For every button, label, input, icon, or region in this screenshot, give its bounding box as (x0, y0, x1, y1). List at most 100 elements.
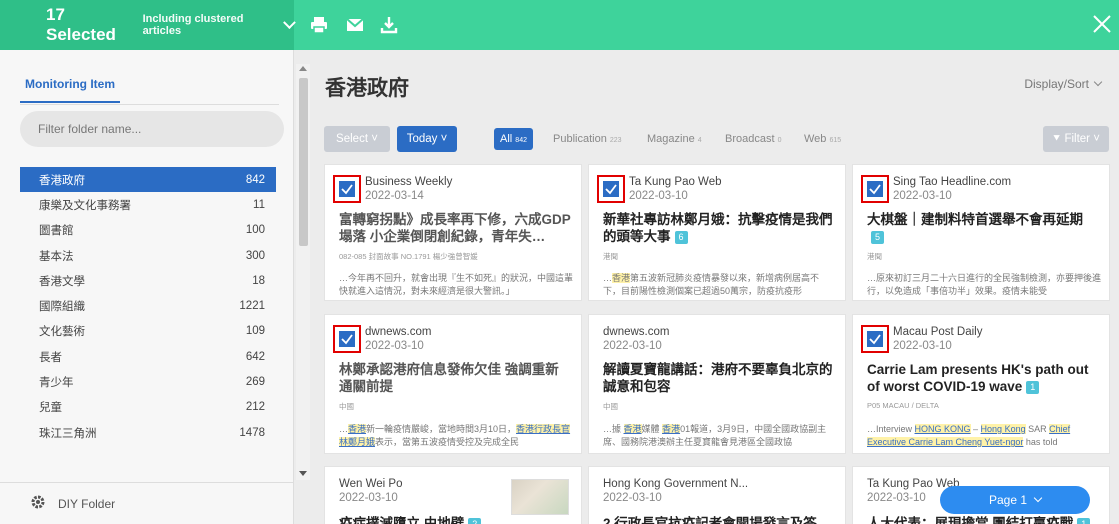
article-title[interactable]: Carrie Lam presents HK's path out of wor… (867, 361, 1099, 395)
segment-count: 842 (515, 137, 527, 144)
article-title[interactable]: 林鄭承認港府信息發佈欠佳 強調重新通關前提 (339, 361, 571, 395)
article-snippet: …香港第五波新冠肺炎疫情暴發以來，新增病例居高不下，目前陽性檢測個案已超過50萬… (603, 272, 837, 298)
article-title[interactable]: 疫症撲滅墮立 由地壁 2 (339, 515, 571, 524)
segment-count: 223 (609, 137, 622, 144)
article-title[interactable]: 2 行政長官抗疫記者會開場發言及答 (603, 515, 835, 524)
today-button[interactable]: Today ˅ (397, 126, 457, 152)
snippet-text: 媒體 (641, 424, 663, 434)
article-title[interactable]: 人大代表：展現擔當 團結打贏疫戰 1 (867, 515, 1099, 524)
article-source: Business Weekly (365, 176, 453, 188)
article-date: 2022-03-14 (365, 190, 424, 202)
folder-count: 269 (245, 376, 265, 389)
segment-broadcast[interactable]: Broadcast 0 (725, 128, 782, 150)
download-icon[interactable] (378, 14, 400, 36)
article-meta: 082-085 封面故事 NO.1791 楊少強曾智媛 (339, 252, 478, 261)
folder-filter-input[interactable] (20, 111, 284, 147)
keyword-highlight: Hong Kong (980, 424, 1026, 434)
folder-count: 18 (252, 274, 265, 287)
article-card[interactable]: Ta Kung Pao Web 2022-03-10 新華社專訪林鄭月娥：抗擊疫… (588, 164, 846, 301)
scroll-thumb[interactable] (299, 78, 308, 246)
card-checkbox[interactable] (861, 325, 889, 353)
segment-label: Broadcast (725, 133, 775, 145)
folder-count: 100 (245, 224, 265, 237)
folder-item[interactable]: 長者 642 (20, 344, 276, 369)
scroll-up-arrow-icon[interactable] (299, 66, 307, 71)
folder-item[interactable]: 康樂及文化事務署 11 (20, 192, 276, 217)
keyword-highlight: 香港 (348, 424, 367, 434)
selection-dropdown[interactable]: 17 Selected Including clustered articles (0, 0, 296, 50)
article-date: 2022-03-10 (339, 492, 398, 504)
folder-item[interactable]: 珠江三角洲 1478 (20, 420, 276, 445)
article-card[interactable]: Wen Wei Po 2022-03-10 疫症撲滅墮立 由地壁 2 (324, 466, 582, 524)
article-snippet: …今年再不回升，就會出現『生不如死』的狀況，中國這輩快就進入這情況，對未來經濟是… (339, 273, 573, 296)
page-title: 香港政府 (325, 77, 409, 100)
snippet-text: …據 (603, 424, 624, 434)
close-icon[interactable] (1091, 13, 1115, 37)
tab-monitoring-item[interactable]: Monitoring Item (20, 66, 120, 103)
article-card[interactable]: Business Weekly 2022-03-14 富轉窮拐點》成長率再下修，… (324, 164, 582, 301)
card-checkbox[interactable] (333, 325, 361, 353)
card-checkbox[interactable] (597, 175, 625, 203)
card-checkbox[interactable] (333, 175, 361, 203)
folder-item[interactable]: 文化藝術 109 (20, 319, 276, 344)
select-button[interactable]: Select ˅ (324, 126, 390, 152)
folder-item[interactable]: 圖書館 100 (20, 218, 276, 243)
article-meta: P05 MACAU / DELTA (867, 401, 939, 410)
segment-magazine[interactable]: Magazine 4 (647, 128, 702, 150)
selected-count: 17 Selected (46, 5, 116, 44)
article-card[interactable]: Hong Kong Government N... 2022-03-10 2 行… (588, 466, 846, 524)
folder-name: 圖書館 (39, 225, 74, 238)
folder-item[interactable]: 香港文學 18 (20, 268, 276, 293)
article-title[interactable]: 富轉窮拐點》成長率再下修，六成GDP塌落 小企業倒閉創紀錄，青年失… (339, 211, 571, 245)
diy-folder-button[interactable]: DIY Folder (0, 482, 294, 524)
folder-item[interactable]: 香港政府 842 (20, 167, 276, 193)
snippet-text: … (603, 273, 612, 283)
cluster-count-badge[interactable]: 2 (468, 517, 482, 524)
article-title[interactable]: 解讀夏寶龍講話：港府不要辜負北京的誠意和包容 (603, 361, 835, 395)
article-meta: 港聞 (867, 252, 882, 261)
card-checkbox[interactable] (861, 175, 889, 203)
scroll-down-arrow-icon[interactable] (299, 471, 307, 476)
print-icon[interactable] (308, 14, 330, 36)
article-card[interactable]: dwnews.com 2022-03-10 解讀夏寶龍講話：港府不要辜負北京的誠… (588, 314, 846, 454)
article-date: 2022-03-10 (893, 340, 952, 352)
cluster-count-badge[interactable]: 1 (1077, 517, 1091, 524)
segment-all[interactable]: All 842 (494, 128, 533, 150)
article-title[interactable]: 新華社專訪林鄭月娥：抗擊疫情是我們的頭等大事 6 (603, 211, 835, 245)
folder-item[interactable]: 國際組織 1221 (20, 293, 276, 318)
sidebar-scrollbar[interactable] (296, 64, 310, 480)
main-panel: 香港政府 Display/Sort Select ˅ Today ˅ All 8… (312, 50, 1119, 524)
article-title-text: 解讀夏寶龍講話：港府不要辜負北京的誠意和包容 (603, 362, 833, 394)
folder-name: 香港文學 (39, 275, 85, 288)
article-card[interactable]: dwnews.com 2022-03-10 林鄭承認港府信息發佈欠佳 強調重新通… (324, 314, 582, 454)
article-source: Wen Wei Po (339, 478, 403, 490)
keyword-highlight: 香港 (623, 424, 642, 434)
folder-name: 香港政府 (39, 174, 85, 187)
folder-name: 青少年 (39, 377, 74, 390)
cluster-count-badge[interactable]: 1 (1026, 380, 1040, 394)
display-sort-dropdown[interactable]: Display/Sort (1024, 77, 1103, 91)
cluster-count-badge[interactable]: 5 (871, 230, 885, 244)
article-card[interactable]: Macau Post Daily 2022-03-10 Carrie Lam p… (852, 314, 1110, 454)
folder-count: 212 (245, 401, 265, 414)
filter-button[interactable]: ⯆ Filter ˅ (1043, 126, 1109, 152)
article-meta: 港聞 (603, 252, 618, 261)
article-title[interactable]: 大棋盤｜建制料特首選舉不會再延期 5 (867, 211, 1099, 245)
mail-icon[interactable] (344, 14, 366, 36)
page-selector[interactable]: Page 1 (940, 486, 1090, 514)
cluster-count-badge[interactable]: 6 (674, 230, 688, 244)
folder-name: 基本法 (39, 250, 74, 263)
segment-publication[interactable]: Publication 223 (553, 128, 622, 150)
folder-item[interactable]: 青少年 269 (20, 369, 276, 394)
folder-item[interactable]: 基本法 300 (20, 243, 276, 268)
article-title-text: 大棋盤｜建制料特首選舉不會再延期 (867, 212, 1083, 227)
article-snippet: …Interview HONG KONG – Hong Kong SAR Chi… (867, 423, 1101, 449)
segment-web[interactable]: Web 615 (804, 128, 841, 150)
folder-item[interactable]: 兒童 212 (20, 395, 276, 420)
snippet-text: 第五波新冠肺炎疫情暴發以來，新增病例居高不下，目前陽性檢測個案已超過50萬宗，防… (603, 273, 820, 296)
article-card[interactable]: Sing Tao Headline.com 2022-03-10 大棋盤｜建制料… (852, 164, 1110, 301)
folder-count: 300 (245, 249, 265, 262)
folder-count: 642 (245, 350, 265, 363)
snippet-text: 新一輪疫情嚴峻，當地時間3月10日， (366, 424, 517, 434)
article-source: Ta Kung Pao Web (629, 176, 722, 188)
